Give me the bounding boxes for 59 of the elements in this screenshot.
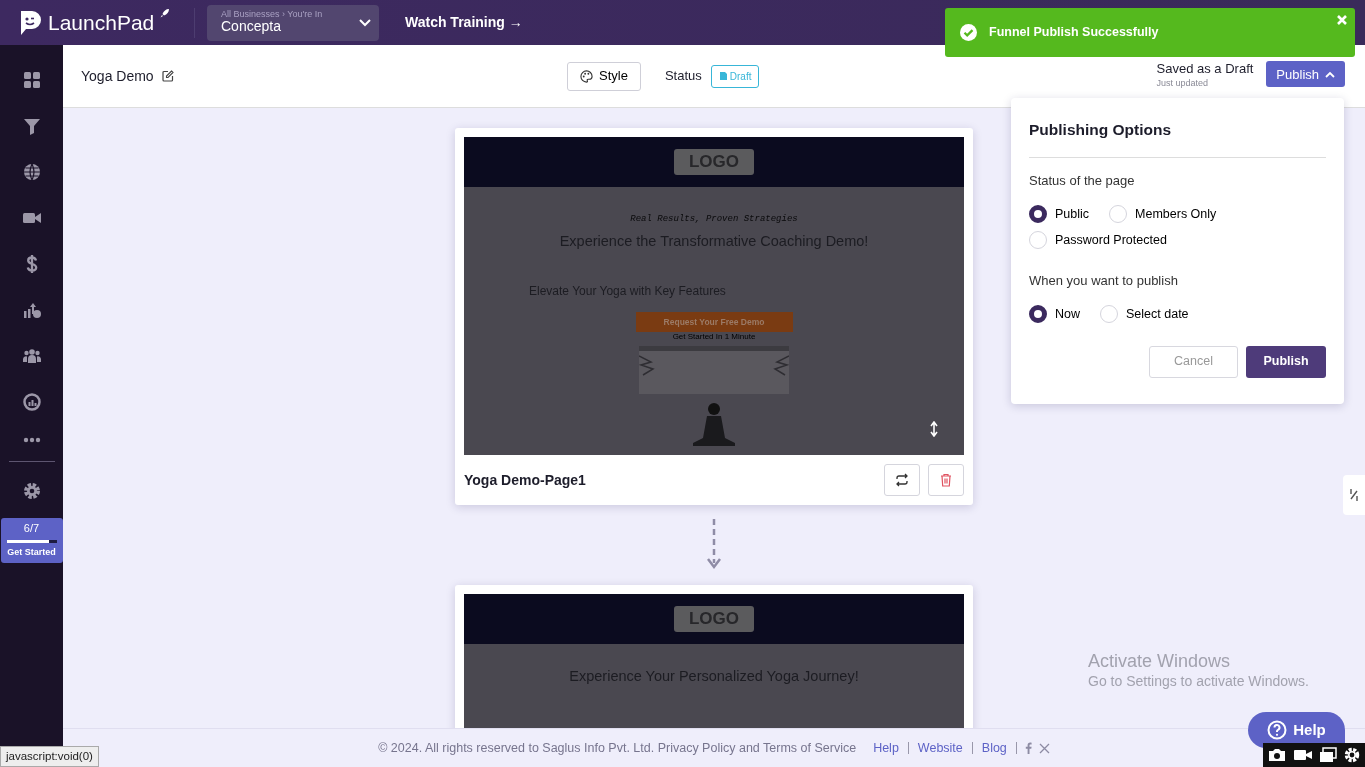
panel-title: Publishing Options xyxy=(1029,118,1326,159)
camera-icon[interactable] xyxy=(1267,747,1287,763)
radio-option[interactable]: Now xyxy=(1029,304,1080,324)
activation-notice-text: Go to Settings to activate Windows. xyxy=(1088,672,1309,690)
chat-bubble-logo-icon xyxy=(18,8,42,37)
page-name: Yoga Demo-Page1 xyxy=(464,470,586,490)
chevron-down-icon xyxy=(359,18,371,27)
resize-icon[interactable] xyxy=(930,421,938,437)
radio-option[interactable]: Password Protected xyxy=(1029,230,1167,250)
footer-link[interactable]: Help xyxy=(864,741,909,755)
status-badge: Draft xyxy=(710,64,760,88)
preview-cta-note: Get Started In 1 Minute xyxy=(671,333,757,343)
radio-option[interactable]: Members Only xyxy=(1109,204,1217,224)
settings-icon[interactable] xyxy=(1343,746,1361,764)
palette-icon xyxy=(580,69,593,83)
success-toast: Funnel Publish Successfully xyxy=(945,8,1355,57)
funnel-title: Yoga Demo xyxy=(81,66,154,86)
business-switcher[interactable]: All Businesses › You're In Concepta xyxy=(207,4,379,41)
publish-button[interactable]: Publish xyxy=(1246,345,1326,378)
video-camera-icon[interactable] xyxy=(1293,747,1313,763)
trash-icon xyxy=(940,473,952,487)
chevron-icon xyxy=(1325,70,1335,78)
save-timestamp: Just updated xyxy=(1156,77,1210,91)
status-tooltip: javascript:void(0) xyxy=(0,745,99,767)
preview-tagline: Real Results, Proven Strategies xyxy=(629,213,799,226)
radio-option[interactable]: Select date xyxy=(1100,304,1189,324)
people-icon[interactable] xyxy=(21,346,42,366)
radio-option[interactable]: Public xyxy=(1029,204,1090,224)
save-status: Saved as a Draft xyxy=(1156,61,1254,78)
copyright-notice: © 2024. All rights reserved to Saglus Info Pvt. Ltd. Privacy Policy and Terms of Service xyxy=(378,739,857,757)
question-icon xyxy=(1267,720,1288,740)
watch-training-link[interactable]: Watch Training → xyxy=(405,12,523,33)
style-button[interactable]: Style xyxy=(567,61,641,91)
footer-link[interactable]: Blog xyxy=(972,741,1017,755)
globe-icon[interactable] xyxy=(21,162,42,182)
replace-button[interactable] xyxy=(884,464,920,496)
footer-link[interactable]: Website xyxy=(908,741,973,755)
swap-icon xyxy=(895,473,909,487)
activation-notice-title: Activate Windows xyxy=(1088,650,1232,673)
windows-icon[interactable] xyxy=(1319,747,1337,763)
privacy-policy-link[interactable]: Privacy Policy xyxy=(657,740,736,755)
terms-of-service-link[interactable]: Terms of Service xyxy=(763,740,857,755)
group-label: Status of the page xyxy=(1029,172,1136,191)
delete-button[interactable] xyxy=(928,464,964,496)
down-arrow xyxy=(707,519,721,571)
facebook-icon[interactable] xyxy=(1024,742,1032,754)
group-label: When you want to publish xyxy=(1029,272,1179,291)
settings-icon[interactable] xyxy=(21,481,42,501)
get-started-progress[interactable]: 6/7 Get Started xyxy=(0,518,63,563)
analytics-icon[interactable] xyxy=(21,392,42,412)
funnel-icon[interactable] xyxy=(21,116,42,136)
status-label: Status xyxy=(664,67,702,86)
brand-name: LaunchPad xyxy=(48,9,155,36)
check-circle-icon xyxy=(960,24,977,41)
dashboard-icon[interactable] xyxy=(21,70,42,90)
x-logo-icon[interactable] xyxy=(1038,742,1050,754)
side-tab[interactable] xyxy=(1343,475,1365,515)
edit-icon[interactable] xyxy=(161,70,174,82)
publish-button[interactable]: Publish xyxy=(1266,61,1345,88)
